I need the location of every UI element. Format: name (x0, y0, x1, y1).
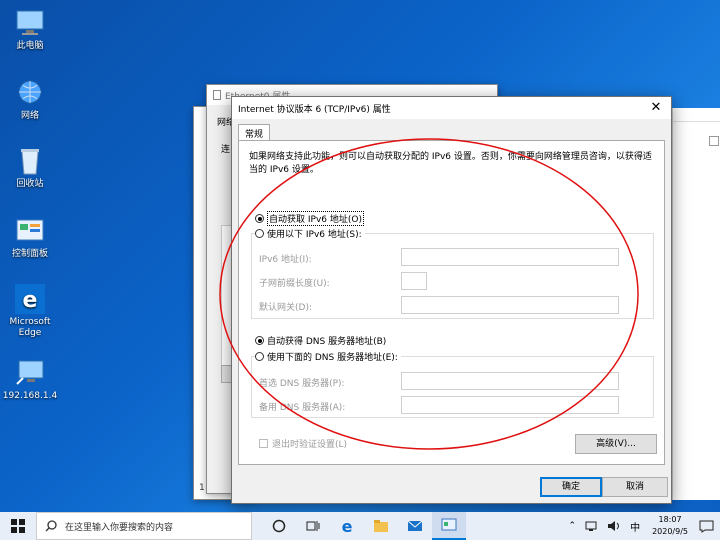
prefix-length-field[interactable] (401, 272, 427, 290)
remote-desktop-icon (14, 358, 46, 388)
desktop-icon-remote-host[interactable]: 192.168.1.4 (0, 358, 60, 402)
task-view-icon[interactable] (296, 512, 330, 540)
tab-general[interactable]: 常规 (238, 124, 271, 141)
ipv6-address-label: IPv6 地址(I): (259, 255, 312, 265)
dialog-title: Internet 协议版本 6 (TCP/IPv6) 属性 (238, 104, 391, 115)
search-icon (45, 520, 57, 532)
desktop-icon-control-panel[interactable]: 控制面板 (0, 216, 60, 260)
desktop-icon-label: 此电脑 (16, 41, 44, 51)
cancel-button[interactable]: 取消 (602, 477, 668, 497)
ipv6-properties-dialog[interactable]: Internet 协议版本 6 (TCP/IPv6) 属性 ✕ 常规 如果网络支… (231, 96, 672, 504)
bg-window-fragment: 连 (221, 145, 231, 155)
desktop-icon-edge[interactable]: e Microsoft Edge (0, 284, 60, 339)
radio-auto-ipv6[interactable]: 自动获取 IPv6 地址(O) (255, 211, 367, 226)
svg-text:e: e (23, 288, 38, 313)
radio-unselected-icon (255, 352, 264, 361)
radio-manual-ipv6[interactable]: 使用以下 IPv6 地址(S): (255, 227, 365, 240)
radio-label: 自动获得 DNS 服务器地址(B) (267, 337, 387, 347)
edge-icon: e (14, 284, 46, 314)
alternate-dns-label: 备用 DNS 服务器(A): (259, 403, 346, 413)
scroll-control (709, 136, 719, 146)
radio-auto-dns[interactable]: 自动获得 DNS 服务器地址(B) (255, 334, 390, 347)
radio-selected-icon (255, 336, 264, 345)
close-icon[interactable]: ✕ (641, 97, 671, 119)
network-icon (14, 78, 46, 108)
prefix-length-label: 子网前缀长度(U): (259, 279, 330, 289)
edge-taskbar-icon[interactable]: e (330, 512, 364, 540)
svg-text:e: e (342, 518, 353, 534)
tab-strip: 常规 (238, 124, 271, 141)
recycle-bin-icon (14, 146, 46, 176)
ipv6-address-field[interactable] (401, 248, 619, 266)
taskbar: 在这里输入你要搜索的内容 e ⌃ 中 18:07 2020/9/5 (0, 512, 720, 540)
radio-label: 自动获取 IPv6 地址(O) (267, 211, 364, 226)
window-strip (673, 108, 720, 122)
general-tab-panel: 如果网络支持此功能，则可以自动获取分配的 IPv6 设置。否则，你需要向网络管理… (238, 140, 665, 465)
desktop-icon-this-pc[interactable]: 此电脑 (0, 8, 60, 52)
windows-logo-icon (11, 519, 25, 533)
default-gateway-field[interactable] (401, 296, 619, 314)
radio-selected-icon (255, 214, 264, 223)
chevron-up-icon[interactable]: ⌃ (565, 521, 581, 531)
radio-label: 使用下面的 DNS 服务器地址(E): (267, 353, 398, 363)
bg-window-fragment: 1 (199, 483, 205, 493)
clock-date: 2020/9/5 (652, 527, 688, 536)
clock[interactable]: 18:07 2020/9/5 (646, 514, 694, 538)
system-tray: ⌃ 中 18:07 2020/9/5 (565, 512, 720, 540)
network-tray-icon (585, 521, 597, 531)
start-button[interactable] (0, 512, 36, 540)
description-text: 如果网络支持此功能，则可以自动获取分配的 IPv6 设置。否则，你需要向网络管理… (249, 152, 652, 175)
checkbox-box (259, 439, 268, 448)
cortana-icon[interactable] (262, 512, 296, 540)
mail-icon[interactable] (398, 512, 432, 540)
preferred-dns-label: 首选 DNS 服务器(P): (259, 379, 345, 389)
computer-icon (14, 8, 46, 38)
checkbox-label: 退出时验证设置(L) (272, 440, 348, 450)
desktop-icon-network[interactable]: 网络 (0, 78, 60, 122)
advanced-button[interactable]: 高级(V)... (575, 434, 657, 454)
ime-indicator[interactable]: 中 (624, 519, 646, 534)
radio-unselected-icon (255, 229, 264, 238)
control-panel-icon (14, 216, 46, 246)
notification-icon (699, 520, 714, 533)
alternate-dns-field[interactable] (401, 396, 619, 414)
search-placeholder: 在这里输入你要搜索的内容 (65, 522, 174, 533)
ok-button[interactable]: 确定 (540, 477, 602, 497)
dialog-titlebar[interactable]: Internet 协议版本 6 (TCP/IPv6) 属性 ✕ (232, 97, 671, 119)
control-panel-taskbar-icon[interactable] (432, 512, 466, 540)
radio-label: 使用以下 IPv6 地址(S): (267, 230, 362, 240)
desktop-icon-label: Microsoft Edge (9, 317, 51, 338)
preferred-dns-field[interactable] (401, 372, 619, 390)
radio-manual-dns[interactable]: 使用下面的 DNS 服务器地址(E): (255, 350, 401, 363)
file-explorer-icon[interactable] (364, 512, 398, 540)
desktop-icon-recycle-bin[interactable]: 回收站 (0, 146, 60, 190)
network-adapter-icon (213, 90, 221, 100)
desktop-icon-label: 192.168.1.4 (2, 391, 58, 401)
desktop-icon-label: 回收站 (16, 179, 44, 189)
desktop-icon-label: 网络 (20, 111, 39, 121)
desktop-icon-label: 控制面板 (11, 249, 48, 259)
validate-settings-checkbox[interactable]: 退出时验证设置(L) (259, 437, 347, 450)
explorer-window-edge[interactable] (672, 108, 720, 500)
volume-icon (608, 521, 620, 531)
clock-time: 18:07 (658, 515, 682, 524)
default-gateway-label: 默认网关(D): (259, 303, 312, 313)
taskbar-search[interactable]: 在这里输入你要搜索的内容 (36, 512, 252, 540)
